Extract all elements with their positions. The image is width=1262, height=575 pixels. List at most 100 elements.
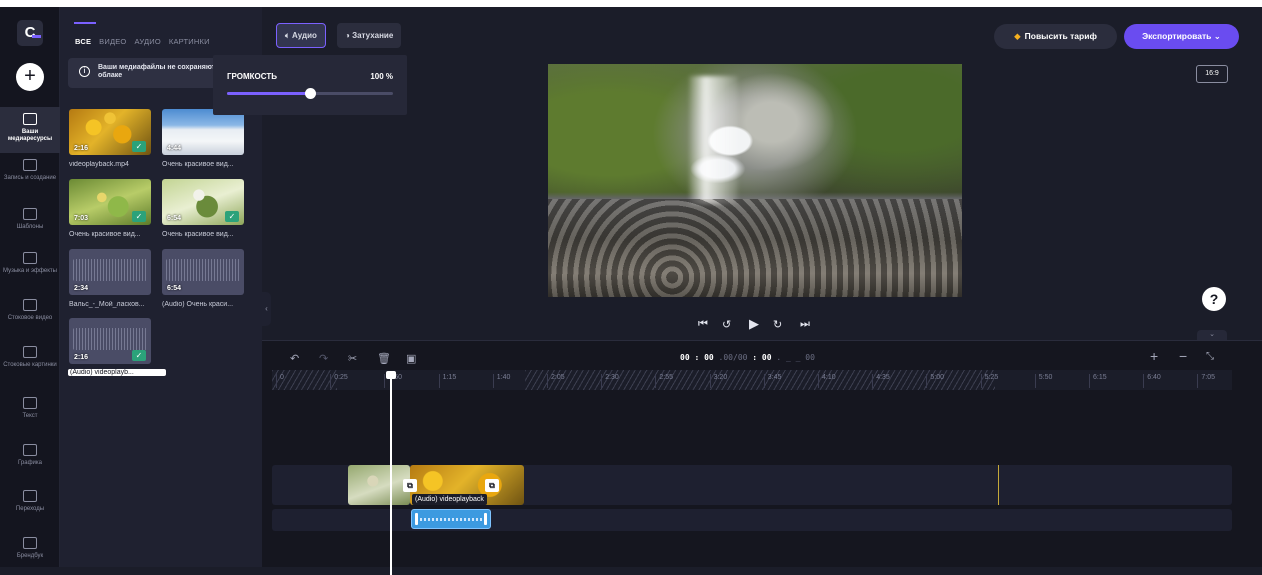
media-item-thumb[interactable]: 7:03 ✓ — [69, 179, 151, 225]
text-icon — [23, 397, 37, 409]
upgrade-button[interactable]: ◆ Повысить тариф — [994, 24, 1117, 49]
speaker-icon: 🔈︎ — [285, 31, 293, 40]
sidebar-item-label: Переходы — [15, 506, 45, 512]
export-button[interactable]: Экспортировать ⌄ — [1124, 24, 1239, 49]
ruler-tick: 1:15 — [438, 374, 456, 388]
diamond-icon: ◆ — [1014, 31, 1021, 41]
media-item-caption: Очень красивое вид... — [162, 231, 234, 238]
rewind-5-icon[interactable]: ↺ — [722, 318, 731, 331]
cloud-notice-text: Ваши медиафайлы не сохраняются в облаке — [98, 64, 230, 79]
fade-button-label: Затухание — [352, 31, 394, 40]
ruler-tick: 4:10 — [818, 374, 836, 388]
duration-badge: 2:16 — [74, 354, 89, 361]
media-item-thumb[interactable]: 2:16 ✓ — [69, 109, 151, 155]
playhead[interactable] — [386, 371, 396, 575]
skip-forward-icon[interactable]: ⏭︎ — [800, 318, 810, 331]
fade-button[interactable]: ◑ Затухание — [337, 23, 402, 48]
sidebar-item-stock-video[interactable]: Стоковое видео — [0, 299, 60, 322]
ruler-tick: 6:15 — [1089, 374, 1107, 388]
timecode: 00 : 00 .00/00 : 00 . _ _ 00 — [680, 353, 815, 362]
zoom-in-icon[interactable]: + — [1150, 348, 1158, 364]
sidebar-item-text[interactable]: Текст — [0, 397, 60, 420]
sidebar-item-label: Музыка и эффекты — [3, 268, 57, 274]
tab-images[interactable]: КАРТИНКИ — [169, 37, 210, 46]
sidebar-item-transitions[interactable]: Переходы — [0, 490, 60, 513]
ruler-tick: 7:05 — [1197, 374, 1215, 388]
sidebar-item-brand-kit[interactable]: Брендбук — [0, 537, 60, 560]
audio-button[interactable]: 🔈︎ Аудио — [276, 23, 326, 48]
timeline-video-clip[interactable] — [348, 465, 410, 505]
undo-icon[interactable]: ↶ — [290, 352, 299, 365]
video-preview[interactable] — [548, 64, 962, 297]
ruler-tick: 2:55 — [655, 374, 673, 388]
sidebar-item-label: Брендбук — [16, 553, 44, 559]
zoom-out-icon[interactable]: − — [1179, 348, 1187, 364]
ruler-tick: 0:25 — [330, 374, 348, 388]
timeline: ↶ ↷ ✂ 🗑︎ ▣ 00 : 00 .00/00 : 00 . _ _ 00 … — [262, 340, 1262, 575]
aspect-ratio-button[interactable]: 16:9 — [1196, 65, 1228, 83]
transition-icon[interactable]: ⧉ — [485, 479, 499, 492]
media-item-thumb[interactable]: 4:44 — [162, 109, 244, 155]
check-icon: ✓ — [132, 141, 146, 152]
media-item-thumb[interactable]: 6:54 — [162, 249, 244, 295]
ruler-hatch — [525, 370, 995, 390]
grid-icon — [23, 208, 37, 220]
audio-button-label: Аудио — [292, 31, 317, 40]
check-icon: ✓ — [225, 211, 239, 222]
ruler-tick: 5:50 — [1034, 374, 1052, 388]
folder-icon — [23, 113, 37, 125]
transition-icon[interactable]: ⧉ — [403, 479, 417, 492]
film-icon — [23, 299, 37, 311]
ruler-tick: 1:40 — [492, 374, 510, 388]
ruler-tick: 0 — [276, 374, 284, 388]
collapse-panel-handle[interactable]: ‹ — [262, 292, 271, 326]
app-logo[interactable]: C — [17, 20, 43, 46]
timeline-ruler[interactable]: 00:250:501:151:402:052:302:553:203:454:1… — [272, 370, 1232, 390]
help-button[interactable]: ? — [1202, 287, 1226, 311]
tab-all[interactable]: ВСЕ — [75, 37, 91, 46]
volume-slider-knob[interactable] — [304, 88, 316, 99]
fit-icon[interactable]: ⤡ — [1206, 351, 1214, 362]
trash-icon[interactable]: 🗑︎ — [377, 352, 391, 365]
media-item-thumb[interactable]: 2:34 — [69, 249, 151, 295]
timeline-audio-clip[interactable] — [411, 509, 491, 529]
trim-handle-right[interactable] — [484, 513, 487, 525]
volume-title: ГРОМКОСТЬ — [227, 72, 277, 81]
tab-video[interactable]: ВИДЕО — [99, 37, 126, 46]
detach-audio-icon[interactable]: ▣ — [406, 352, 416, 365]
check-icon: ✓ — [132, 350, 146, 361]
play-icon[interactable]: ▶︎ — [749, 316, 759, 332]
clip-tooltip: (Audio) videoplayback — [412, 494, 487, 505]
forward-5-icon[interactable]: ↻ — [773, 318, 782, 331]
redo-icon[interactable]: ↷ — [319, 352, 328, 365]
sidebar-item-your-media[interactable]: Ваши медиаресурсы — [0, 107, 60, 153]
current-time-frac: .00/00 — [718, 353, 748, 362]
check-icon: ✓ — [132, 211, 146, 222]
ruler-tick: 6:40 — [1143, 374, 1161, 388]
sidebar-item-stock-images[interactable]: Стоковые картинки — [0, 346, 60, 369]
trim-handle-left[interactable] — [415, 513, 418, 525]
sidebar-item-graphics[interactable]: Графика — [0, 444, 60, 467]
add-media-button[interactable]: + — [16, 63, 44, 91]
sidebar-item-templates[interactable]: Шаблоны — [0, 208, 60, 231]
media-item-caption[interactable]: (Audio) videoplayb... — [68, 369, 166, 376]
media-item-thumb[interactable]: 6:54 ✓ — [162, 179, 244, 225]
tab-audio[interactable]: АУДИО — [134, 37, 160, 46]
skip-back-icon[interactable]: ⏮︎ — [698, 318, 708, 331]
sidebar-item-label: Запись и создание — [3, 175, 57, 181]
upgrade-label: Повысить тариф — [1024, 31, 1097, 41]
volume-slider[interactable] — [227, 88, 393, 99]
camera-icon — [23, 159, 37, 171]
duration-badge: 6:54 — [167, 215, 182, 222]
current-time: 00 : 00 — [680, 353, 714, 362]
media-item-thumb[interactable]: 2:16 ✓ — [69, 318, 151, 364]
sidebar-item-record[interactable]: Запись и создание — [0, 159, 60, 182]
top-edge-strip — [0, 0, 1262, 7]
duration-badge: 4:44 — [167, 145, 182, 152]
total-time: : 00 — [752, 353, 772, 362]
collapse-timeline-tab[interactable]: ⌄ — [1197, 330, 1227, 340]
scissors-icon[interactable]: ✂ — [348, 352, 357, 365]
sidebar-item-music[interactable]: Музыка и эффекты — [0, 252, 60, 275]
ruler-tick: 3:20 — [709, 374, 727, 388]
transition-icon — [23, 490, 37, 502]
